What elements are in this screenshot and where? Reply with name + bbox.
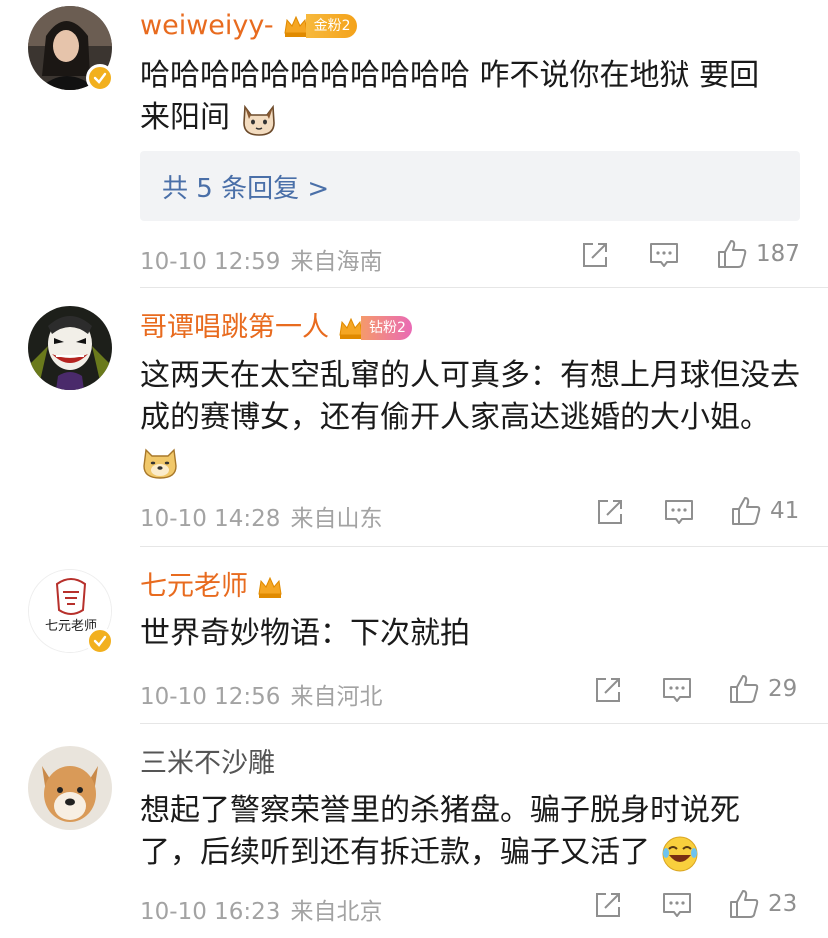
location: 来自海南 [290,249,383,275]
like-button[interactable]: 187 [716,238,800,270]
crown-icon [258,576,282,598]
comment-button[interactable] [663,497,695,527]
comment-item: 三米不沙雕 想起了警察荣誉里的杀猪盘。骗子脱身时说死 了，后续听到还有拆迁款，骗… [0,724,828,938]
share-icon [596,893,620,917]
fan-badge [256,573,284,601]
verified-icon [86,627,114,655]
like-button[interactable]: 29 [728,673,797,705]
comment-item: 七元老师 七元老师 世界奇妙物语：下次就拍 10-10 12:56 来自河北 2… [0,547,828,723]
avatar[interactable] [28,306,112,390]
username-text[interactable]: 哥谭唱跳第一人 [140,310,329,346]
username[interactable]: 三米不沙雕 [140,746,275,782]
comment-text-line: 来阳间 [140,97,804,139]
location: 来自河北 [290,684,383,710]
comment-meta: 10-10 14:28 来自山东 [140,499,382,533]
comment-button[interactable] [648,240,680,270]
view-replies-button[interactable]: 共 5 条回复 > [140,151,800,221]
like-count: 29 [768,676,798,702]
avatar[interactable]: 七元老师 [28,569,114,655]
like-count: 23 [768,891,798,917]
comment-icon [650,243,678,267]
timestamp: 10-10 12:59 [140,249,281,275]
fan-badge-label: 钻粉2 [361,316,412,340]
share-icon [596,678,620,702]
like-icon [730,675,759,703]
verified-icon [86,64,114,92]
username-text[interactable]: 三米不沙雕 [140,746,275,782]
share-icon [598,500,622,524]
fan-badge-label: 金粉2 [305,14,357,38]
like-button[interactable]: 23 [728,888,797,920]
doge-emoji [143,447,177,479]
comment-icon [665,500,693,524]
share-button[interactable] [580,240,610,270]
like-count: 41 [770,498,800,524]
location: 来自山东 [290,506,383,532]
share-icon [583,243,607,267]
comment-text-line: 这两天在太空乱窜的人可真多：有想上月球但没去 [140,358,800,393]
comment-text: 世界奇妙物语：下次就拍 [140,613,804,655]
comment-button[interactable] [661,890,693,920]
share-button[interactable] [595,497,625,527]
replies-label[interactable]: 共 5 条回复 > [162,168,329,205]
comment-icon [663,678,691,702]
username-text[interactable]: weiweiyy- [140,8,274,44]
share-button[interactable] [593,890,623,920]
timestamp: 10-10 16:23 [140,899,281,925]
share-button[interactable] [593,675,623,705]
timestamp: 10-10 12:56 [140,684,281,710]
fan-badge: 钻粉2 [337,314,412,342]
comment-item: weiweiyy- 金粉2 哈哈哈哈哈哈哈哈哈哈哈 咋不说你在地狱 要回 来阳间… [0,0,828,285]
like-icon [730,890,759,918]
laugh-cry-emoji [662,836,698,871]
comment-meta: 10-10 12:56 来自河北 [140,677,382,711]
comment-text-segment: 来阳间 [140,100,230,135]
like-icon [718,240,747,268]
comment-text-line: 了，后续听到还有拆迁款，骗子又活了 [140,832,804,874]
like-count: 187 [756,241,800,267]
fan-badge: 金粉2 [282,12,357,40]
like-button[interactable]: 41 [730,495,799,527]
cat-emoji [242,104,275,136]
comment-text-line [140,439,804,481]
comment-button[interactable] [661,675,693,705]
username-text[interactable]: 七元老师 [140,569,248,605]
comment-text-line: 世界奇妙物语：下次就拍 [140,616,470,651]
username[interactable]: 哥谭唱跳第一人 钻粉2 [140,310,412,346]
username[interactable]: weiweiyy- 金粉2 [140,8,357,44]
comment-text-line: 成的赛博女，还有偷开人家高达逃婚的大小姐。 [140,400,770,435]
username[interactable]: 七元老师 [140,569,284,605]
avatar[interactable] [28,6,114,92]
comment-text-line: 哈哈哈哈哈哈哈哈哈哈哈 咋不说你在地狱 要回 [140,58,760,93]
timestamp: 10-10 14:28 [140,506,281,532]
comment-meta: 10-10 16:23 来自北京 [140,892,382,926]
comment-meta: 10-10 12:59 来自海南 [140,242,382,276]
comment-text: 这两天在太空乱窜的人可真多：有想上月球但没去 成的赛博女，还有偷开人家高达逃婚的… [140,355,804,481]
location: 来自北京 [290,899,383,925]
like-icon [732,497,761,525]
comment-text-line: 想起了警察荣誉里的杀猪盘。骗子脱身时说死 [140,793,740,828]
comment-text: 哈哈哈哈哈哈哈哈哈哈哈 咋不说你在地狱 要回 来阳间 [140,55,804,139]
comment-text-segment: 了，后续听到还有拆迁款，骗子又活了 [140,835,650,870]
comment-item: 哥谭唱跳第一人 钻粉2 这两天在太空乱窜的人可真多：有想上月球但没去 成的赛博女… [0,288,828,546]
comment-text: 想起了警察荣誉里的杀猪盘。骗子脱身时说死 了，后续听到还有拆迁款，骗子又活了 [140,790,804,874]
comment-icon [663,893,691,917]
avatar[interactable] [28,746,112,830]
